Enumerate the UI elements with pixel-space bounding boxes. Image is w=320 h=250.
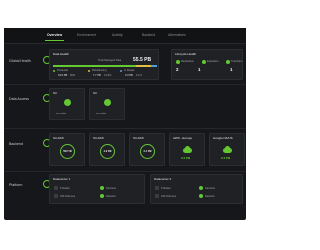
- backend-card-3[interactable]: S3-ARC 2.4 PB: [129, 133, 165, 166]
- capacity-ring-value: 4.9 PB: [103, 149, 112, 153]
- data-access-card-2[interactable]: S3 accessible: [89, 88, 125, 120]
- data-access-card-title: S3: [93, 91, 97, 95]
- cloud-capacity-value: 3.2 PB: [181, 156, 191, 160]
- network-label: Network: [106, 194, 116, 198]
- tab-alternatives[interactable]: Alternatives: [168, 33, 186, 37]
- nodes-label: 5 Nodes: [161, 186, 171, 190]
- backend-card-2[interactable]: S3-ARC 4.9 PB: [89, 133, 125, 166]
- capacity-ring-value: 2.4 PB: [143, 149, 152, 153]
- data-access-caption: accessible: [56, 113, 67, 115]
- legend-protected-value: 44.5 PB: [58, 74, 68, 77]
- legend-repair-label: In Repair: [124, 69, 135, 72]
- capacity-ring-value: 500 TB: [63, 149, 72, 153]
- bar-segment-protected: [53, 65, 137, 67]
- legend-rebalancing-value: 7.7 PB: [93, 74, 101, 77]
- backend-card-title: S3-ARC: [93, 136, 105, 140]
- section-backend: Backend: [9, 142, 23, 146]
- repair-dot-icon: [120, 69, 123, 72]
- divider: [4, 84, 246, 85]
- capacity-ring: 500 TB: [60, 144, 75, 159]
- volumes-label: 340 Volumes: [60, 194, 75, 198]
- legend-rebalancing-label: Rebalancing: [92, 69, 107, 72]
- tree-icon: [104, 99, 111, 106]
- data-access-caption: accessible: [96, 113, 107, 115]
- datacenter-2-card[interactable]: Datacenter 2 5 Nodes Services 340 Volume…: [150, 174, 243, 204]
- backend-card-google[interactable]: Google NA/US 2.3 PB: [209, 133, 245, 166]
- legend-protected-pct: 80%: [70, 74, 76, 77]
- divider: [4, 128, 246, 129]
- rebalancing-dot-icon: [88, 69, 91, 72]
- services-icon: [199, 186, 203, 190]
- volumes-icon: [155, 194, 159, 198]
- nodes-label: 5 Nodes: [60, 186, 70, 190]
- capacity-ring: 2.4 PB: [140, 144, 155, 159]
- lifecycle-replication-value: 2: [176, 67, 179, 72]
- data-access-card-title: S3: [53, 91, 57, 95]
- data-health-card[interactable]: Data Health Total Managed Data 55.5 PB P…: [49, 49, 159, 80]
- protected-dot-icon: [53, 69, 56, 72]
- capacity-ring: 4.9 PB: [100, 144, 115, 159]
- total-managed-label: Total Managed Data: [98, 59, 122, 62]
- bar-segment-rebalancing: [136, 65, 151, 67]
- backend-card-title: S3-ARC: [133, 136, 145, 140]
- network-icon: [199, 194, 203, 198]
- volumes-icon: [54, 194, 58, 198]
- section-global-health: Global Health: [9, 59, 31, 63]
- bar-segment-repair: [150, 65, 157, 67]
- divider: [4, 171, 246, 172]
- legend-protected-label: Protected: [57, 69, 69, 72]
- tab-activity[interactable]: Activity: [112, 33, 123, 37]
- server-icon: [54, 186, 58, 190]
- lifecycle-transition-label: Transition: [231, 60, 243, 63]
- tree-icon: [64, 99, 71, 106]
- backend-card-title: S3-ARC: [53, 136, 65, 140]
- datacenter-title: Datacenter 1: [53, 177, 71, 181]
- lifecycle-transition-value: 1: [230, 67, 233, 72]
- tab-overview[interactable]: Overview: [44, 33, 65, 41]
- replication-check-icon: [176, 60, 180, 64]
- backend-card-aws[interactable]: AWS - Europe 3.2 PB: [169, 133, 205, 166]
- volumes-label: 340 Volumes: [161, 194, 176, 198]
- tab-bar: Overview Environment Activity Backend Al…: [4, 28, 246, 44]
- services-icon: [100, 186, 104, 190]
- lifecycle-title: Lifecycle Health: [175, 52, 197, 56]
- data-access-card-1[interactable]: S3 accessible: [49, 88, 85, 120]
- network-icon: [100, 194, 104, 198]
- transition-check-icon: [226, 60, 230, 64]
- expiration-check-icon: [202, 60, 206, 64]
- services-label: Services: [106, 186, 116, 190]
- lifecycle-expiration-value: 1: [198, 67, 201, 72]
- data-health-bar: [53, 65, 157, 67]
- cloud-icon: [183, 145, 192, 153]
- backend-card-title: AWS - Europe: [173, 136, 193, 140]
- data-health-title: Data Health: [53, 52, 69, 56]
- server-icon: [155, 186, 159, 190]
- backend-card-1[interactable]: S3-ARC 500 TB: [49, 133, 85, 166]
- tab-environment[interactable]: Environment: [77, 33, 96, 37]
- backend-card-title: Google NA/US: [213, 136, 233, 140]
- total-managed-value: 55.5 PB: [133, 57, 152, 63]
- datacenter-title: Datacenter 2: [154, 177, 172, 181]
- lifecycle-expiration-label: Expiration: [207, 60, 219, 63]
- legend-rebalancing-pct: 13.9%: [104, 74, 112, 77]
- legend-repair-pct: 6.1%: [136, 74, 142, 77]
- network-label: Network: [205, 194, 215, 198]
- services-label: Services: [205, 186, 215, 190]
- section-data-access: Data Access: [9, 97, 29, 101]
- section-platform: Platform: [9, 183, 23, 187]
- cloud-icon: [223, 145, 232, 153]
- tab-backend[interactable]: Backend: [142, 33, 155, 37]
- lifecycle-health-card[interactable]: Lifecycle Health Replication 2 1 Expirat…: [171, 49, 243, 80]
- legend-repair-value: 3.3 PB: [125, 74, 133, 77]
- datacenter-1-card[interactable]: Datacenter 1 5 Nodes Services 340 Volume…: [49, 174, 145, 204]
- cloud-capacity-value: 2.3 PB: [221, 156, 231, 160]
- lifecycle-replication-label: Replication: [181, 60, 194, 63]
- dashboard-window: Overview Environment Activity Backend Al…: [4, 28, 246, 220]
